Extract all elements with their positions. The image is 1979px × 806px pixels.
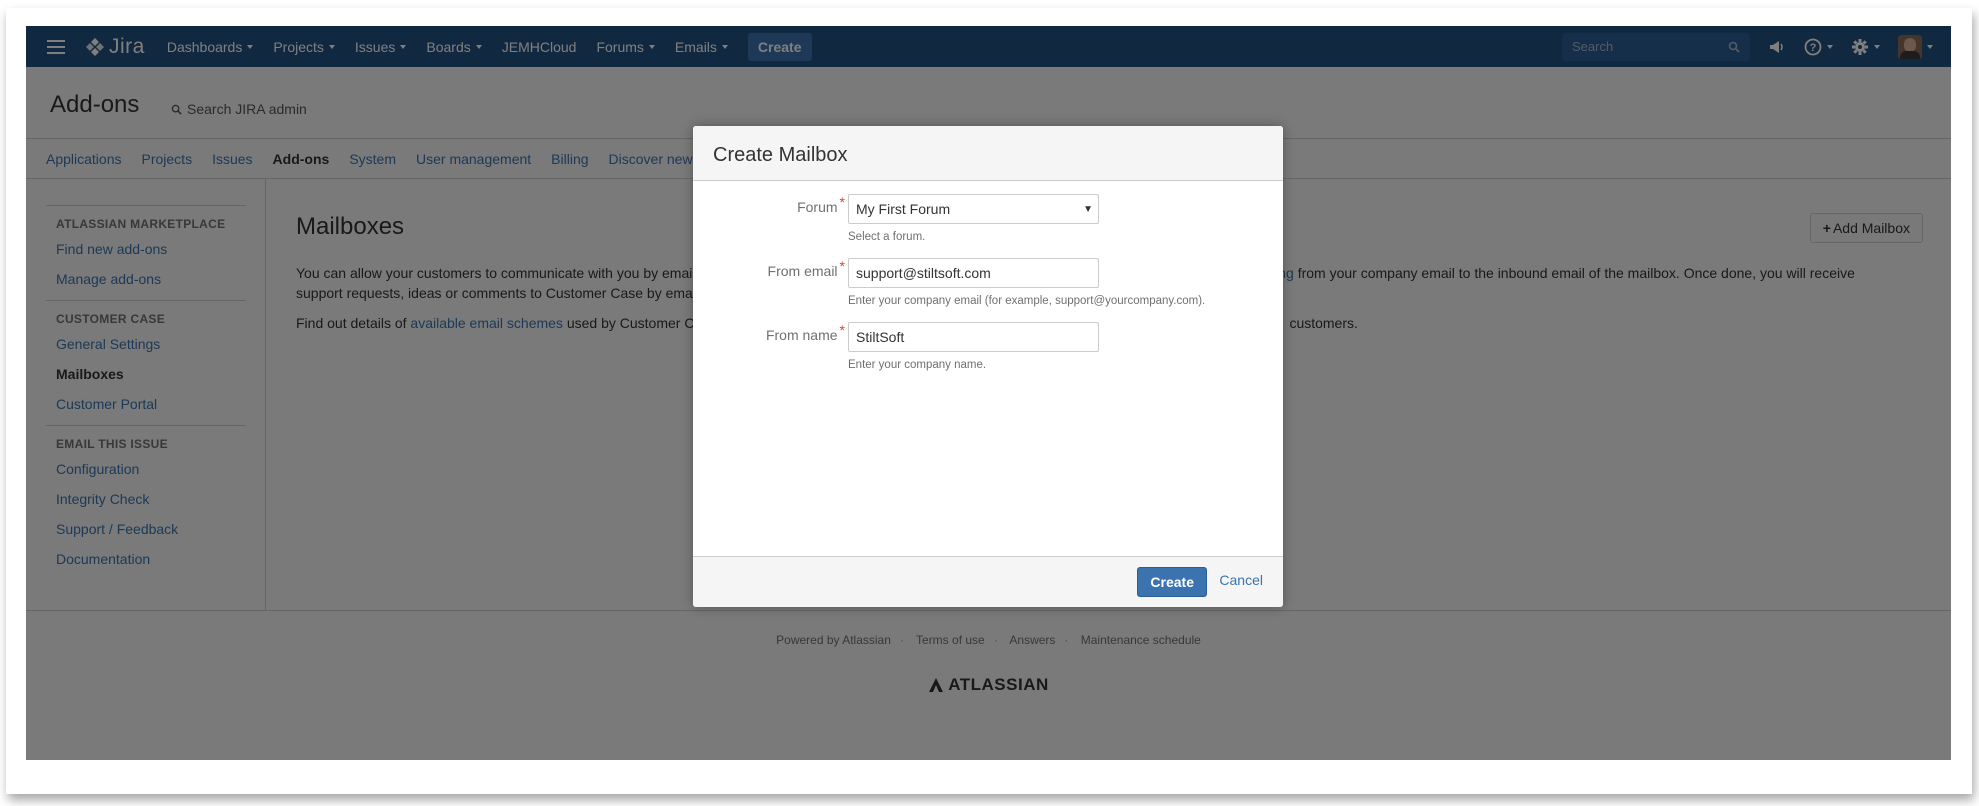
from-email-label-text: From email	[767, 263, 838, 279]
cancel-link[interactable]: Cancel	[1219, 572, 1263, 588]
from-name-hint: Enter your company name.	[848, 359, 987, 371]
dialog-title: Create Mailbox	[693, 126, 1283, 181]
from-name-label: From name *	[765, 322, 845, 343]
dialog-footer: Create Cancel	[693, 556, 1283, 607]
create-button[interactable]: Create	[1137, 567, 1207, 597]
from-name-input[interactable]: StiltSoft	[848, 322, 1099, 352]
forum-label: Forum *	[797, 194, 845, 215]
forum-select-value: My First Forum	[856, 201, 951, 217]
screenshot-frame: Jira Dashboards Projects Issues Boards J…	[0, 0, 1979, 806]
jira-app: Jira Dashboards Projects Issues Boards J…	[26, 26, 1951, 760]
create-mailbox-dialog: Create Mailbox Forum * My First Forum ▼ S…	[693, 126, 1283, 607]
from-email-input[interactable]: support@stiltsoft.com	[848, 258, 1099, 288]
dropdown-arrow-icon: ▼	[1083, 203, 1093, 215]
from-email-hint: Enter your company email (for example, s…	[848, 295, 1206, 307]
required-marker: *	[839, 258, 845, 274]
forum-hint: Select a forum.	[848, 231, 926, 243]
required-marker: *	[839, 322, 845, 338]
from-name-label-text: From name	[765, 327, 838, 343]
forum-select[interactable]: My First Forum ▼	[848, 194, 1099, 224]
forum-label-text: Forum	[797, 199, 838, 215]
from-email-label: From email *	[767, 258, 845, 279]
required-marker: *	[839, 194, 845, 210]
